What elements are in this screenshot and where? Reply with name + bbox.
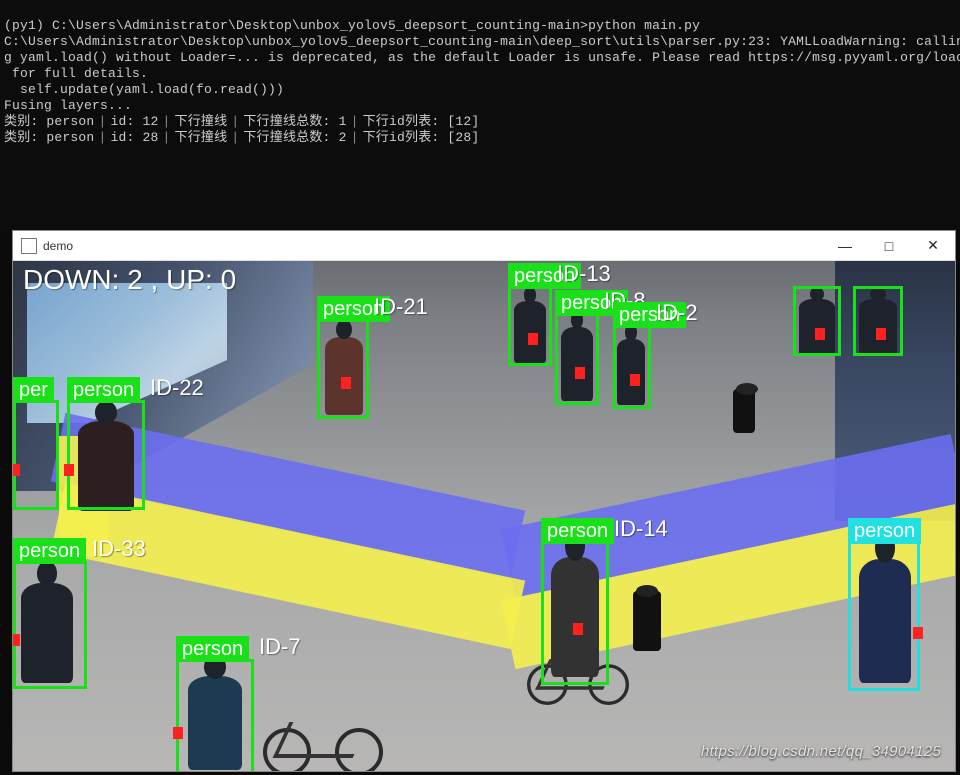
centroid-dot — [876, 328, 886, 340]
centroid-dot — [173, 727, 183, 739]
detection-box — [853, 286, 903, 356]
maximize-button[interactable]: □ — [867, 231, 911, 261]
centroid-dot — [575, 367, 585, 379]
warning-line: for full details. — [4, 66, 148, 81]
detection-id: ID-2 — [656, 300, 698, 326]
warning-line: C:\Users\Administrator\Desktop\unbox_yol… — [4, 34, 960, 49]
minimize-button[interactable]: — — [823, 231, 867, 261]
detection-box: personID-33 — [13, 561, 87, 689]
detection-id: ID-33 — [92, 536, 146, 562]
detection-id: ID-13 — [557, 261, 611, 287]
detection-id: ID-14 — [614, 516, 668, 542]
detection-result-row: 类别: person|id: 28|下行撞线|下行撞线总数: 2|下行id列表:… — [4, 130, 479, 145]
centroid-dot — [341, 377, 351, 389]
detection-label: person — [848, 518, 921, 544]
detection-id: ID-21 — [374, 294, 428, 320]
prompt-line: (py1) C:\Users\Administrator\Desktop\unb… — [4, 18, 700, 33]
terminal-output: (py1) C:\Users\Administrator\Desktop\unb… — [0, 0, 960, 148]
bicycle — [263, 696, 383, 771]
detection-label: person — [176, 636, 249, 662]
centroid-dot — [815, 328, 825, 340]
centroid-dot — [13, 464, 20, 476]
centroid-dot — [528, 333, 538, 345]
detection-box: per — [13, 400, 59, 510]
bollard — [733, 389, 755, 433]
detection-box: personID-14 — [541, 541, 609, 685]
count-overlay: DOWN: 2 , UP: 0 — [23, 265, 236, 295]
warning-line: self.update(yaml.load(fo.read())) — [4, 82, 284, 97]
detection-box: personID-22 — [67, 400, 145, 510]
detection-label: person — [541, 518, 614, 544]
detection-id: ID-22 — [150, 375, 204, 401]
detection-id: ID-7 — [259, 634, 301, 660]
video-canvas: personID-22perpersonID-33personID-7perso… — [13, 261, 955, 771]
demo-window: demo — □ ✕ — [12, 230, 956, 772]
detection-box — [793, 286, 841, 356]
detection-box: person — [848, 541, 920, 691]
window-title: demo — [43, 239, 823, 253]
detection-box: personID-2 — [613, 325, 651, 409]
close-button[interactable]: ✕ — [911, 231, 955, 261]
centroid-dot — [64, 464, 74, 476]
centroid-dot — [630, 374, 640, 386]
detection-result-row: 类别: person|id: 12|下行撞线|下行撞线总数: 1|下行id列表:… — [4, 114, 479, 129]
bollard — [633, 591, 661, 651]
centroid-dot — [573, 623, 583, 635]
titlebar[interactable]: demo — □ ✕ — [13, 231, 955, 261]
centroid-dot — [13, 634, 20, 646]
detection-box: personID-21 — [317, 319, 369, 419]
detection-box: personID-7 — [176, 659, 254, 771]
detection-box: personID-13 — [508, 286, 552, 366]
window-favicon — [21, 238, 37, 254]
detection-label: person — [67, 377, 140, 403]
detection-label: person — [13, 538, 86, 564]
warning-line: g yaml.load() without Loader=... is depr… — [4, 50, 960, 65]
detection-label: per — [13, 377, 54, 403]
centroid-dot — [913, 627, 923, 639]
watermark: https://blog.csdn.net/qq_34904125 — [701, 743, 941, 761]
fusing-line: Fusing layers... — [4, 98, 132, 113]
detection-box: personID-8 — [555, 313, 599, 405]
